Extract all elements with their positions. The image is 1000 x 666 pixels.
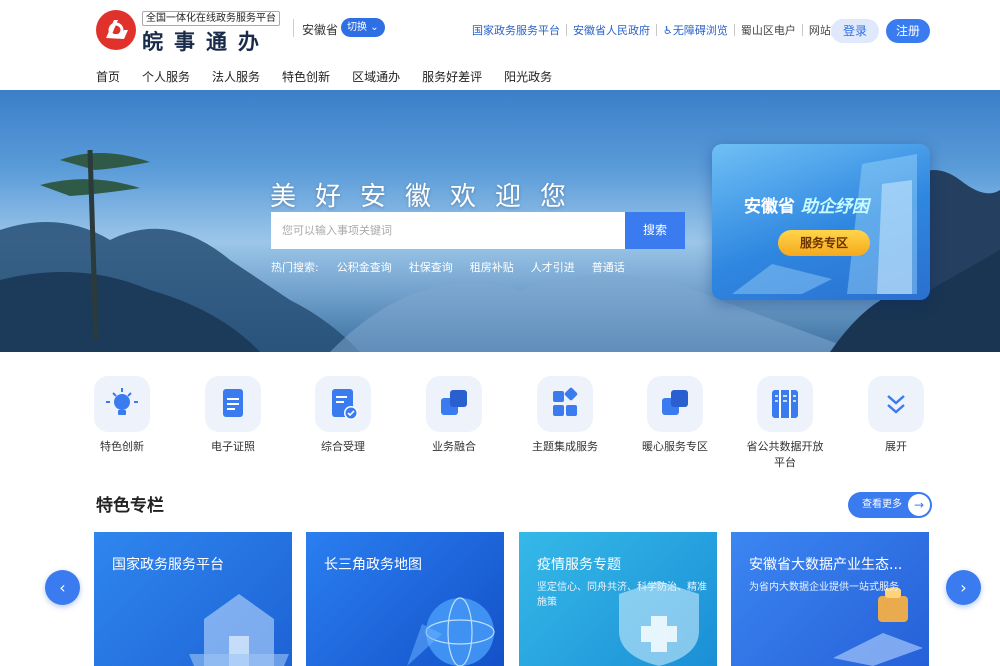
accessibility-icon: ♿ [663,23,673,37]
lightbulb-icon [94,376,150,432]
document-icon [205,376,261,432]
chevron-right-icon: › [960,578,967,597]
card-title: 长三角政务地图 [324,557,422,573]
overlap-squares-icon [647,376,703,432]
nav-corporate-services[interactable]: 法人服务 [212,68,260,85]
register-button[interactable]: 注册 [886,19,930,43]
service-open-data-platform[interactable]: 省公共数据开放平台 [745,376,825,471]
double-chevron-down-icon [868,376,924,432]
service-label: 电子证照 [211,440,255,453]
nav-innovation[interactable]: 特色创新 [282,68,330,85]
service-e-license[interactable]: 电子证照 [193,376,273,455]
login-button[interactable]: 登录 [831,19,879,43]
divider [733,24,735,36]
puzzle-icon [537,376,593,432]
top-header: 全国一体化在线政务服务平台 皖事通办 安徽省 切换 ⌄ 国家政务服务平台 安徽省… [0,0,1000,58]
service-theme-integration[interactable]: 主题集成服务 [525,376,605,455]
service-label: 展开 [885,440,907,453]
card-national-platform[interactable]: 国家政务服务平台 [94,532,292,666]
card-big-data-ecosystem[interactable]: 安徽省大数据产业生态... 为省内大数据企业提供一站式服务 [731,532,929,666]
hero-banner: 美好安徽欢迎您 搜索 热门搜索: 公积金查询 社保查询 租房补贴 人才引进 普通… [0,90,1000,352]
divider [566,24,567,36]
search-button[interactable]: 搜索 [625,212,685,249]
service-business-integration[interactable]: 业务融合 [414,376,494,455]
service-innovation[interactable]: 特色创新 [82,376,162,455]
hot-search-label: 热门搜索: [271,261,319,274]
link-provincial-government[interactable]: 安徽省人民政府 [573,22,650,38]
nav-home[interactable]: 首页 [96,68,120,85]
service-comprehensive-acceptance[interactable]: 综合受理 [303,376,383,455]
current-province: 安徽省 [302,23,339,37]
hot-keyword[interactable]: 普通话 [592,259,625,275]
overlap-squares-icon [426,376,482,432]
building-illustration [189,594,289,666]
clipboard-check-icon [315,376,371,432]
divider [656,24,657,36]
view-more-button[interactable]: 查看更多 → [848,492,932,518]
search-input[interactable] [271,212,625,249]
link-district[interactable]: 蜀山区电户 [741,22,796,38]
link-accessibility[interactable]: 无障碍浏览 [673,22,728,38]
nav-rating[interactable]: 服务好差评 [422,68,482,85]
chevron-left-icon: ‹ [59,578,66,597]
service-label: 业务融合 [432,440,476,453]
card-title: 安徽省大数据产业生态... [749,557,903,573]
expand-services-button[interactable]: 展开 [856,376,936,455]
service-label: 特色创新 [100,440,144,453]
promo-title-plain: 安徽省 [744,197,795,217]
service-warm-heart-zone[interactable]: 暖心服务专区 [635,376,715,455]
chevron-down-icon: ⌄ [370,22,379,33]
welcome-heading: 美好安徽欢迎您 [270,182,586,212]
card-yangtze-delta-map[interactable]: 长三角政务地图 [306,532,504,666]
card-description: 坚定信心、同舟共济、科学防治、精准施策 [537,582,707,608]
brand-title: 皖事通办 [142,29,270,54]
hot-keyword[interactable]: 公积金查询 [337,259,392,275]
card-title: 国家政务服务平台 [112,557,224,573]
hot-keyword[interactable]: 社保查询 [409,259,453,275]
hot-keyword[interactable]: 租房补贴 [470,259,514,275]
divider [801,24,803,36]
server-rack-icon [757,376,813,432]
service-label: 省公共数据开放平台 [746,440,824,469]
promo-title-highlight: 助企纾困 [800,197,869,217]
link-national-platform[interactable]: 国家政务服务平台 [472,22,560,38]
card-title: 疫情服务专题 [537,557,621,573]
section-title: 特色专栏 [96,496,164,516]
hot-keyword[interactable]: 人才引进 [531,259,575,275]
nav-regional[interactable]: 区域通办 [352,68,400,85]
logo-icon[interactable] [94,8,138,52]
carousel-next-button[interactable]: › [946,570,981,605]
carousel-prev-button[interactable]: ‹ [45,570,80,605]
building-illustration [732,154,917,294]
promo-card-business-support[interactable]: 安徽省 助企纾困 服务专区 [712,144,930,300]
divider [293,19,294,37]
card-epidemic-services[interactable]: 疫情服务专题 坚定信心、同舟共济、科学防治、精准施策 [519,532,717,666]
arrow-right-icon: → [908,494,930,516]
hot-searches: 热门搜索: 公积金查询 社保查询 租房补贴 人才引进 普通话 [271,259,642,275]
switch-region-button[interactable]: 切换 ⌄ [341,18,385,37]
main-nav: 首页 个人服务 法人服务 特色创新 区域通办 服务好差评 阳光政务 [96,68,574,85]
service-label: 暖心服务专区 [642,440,708,453]
card-description: 为省内大数据企业提供一站式服务 [749,582,899,593]
service-label: 主题集成服务 [532,440,598,453]
brand-subtitle: 全国一体化在线政务服务平台 [142,11,280,26]
nav-open-government[interactable]: 阳光政务 [504,68,552,85]
service-label: 综合受理 [321,440,365,453]
promo-title: 安徽省 助企纾困 [744,192,869,217]
globe-illustration [407,597,495,666]
nav-personal-services[interactable]: 个人服务 [142,68,190,85]
service-zone-button[interactable]: 服务专区 [778,230,870,256]
top-links: 国家政务服务平台 安徽省人民政府 ♿ 无障碍浏览 蜀山区电户 网站支持IPv6 [472,22,876,38]
switch-label: 切换 [347,22,367,33]
view-more-label: 查看更多 [862,499,902,510]
